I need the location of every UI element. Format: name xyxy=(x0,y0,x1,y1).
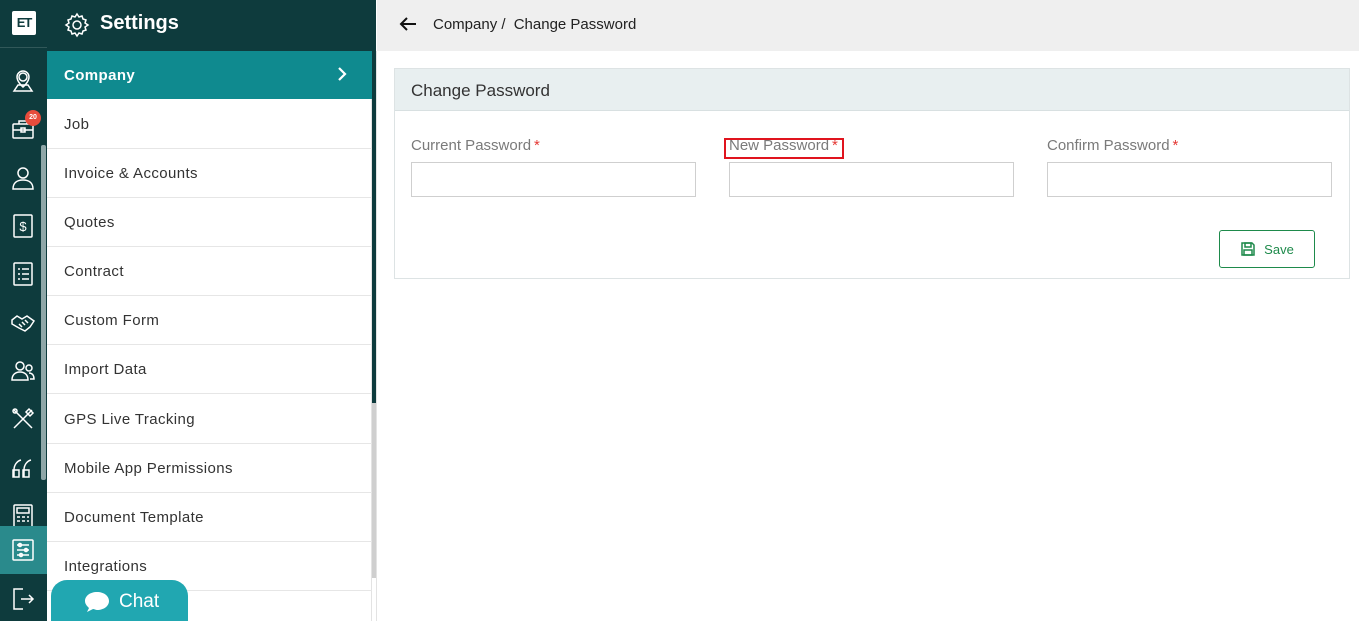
floppy-disk-icon xyxy=(1241,242,1255,256)
chat-label: Chat xyxy=(119,591,160,612)
app-rail: ET 20 $ xyxy=(0,0,47,621)
rail-divider xyxy=(0,47,47,48)
settings-title: Settings xyxy=(100,12,179,34)
menu-item-gps-live-tracking[interactable]: GPS Live Tracking xyxy=(47,395,372,444)
required-marker: * xyxy=(1172,137,1179,154)
map-pin-icon[interactable] xyxy=(10,68,36,94)
dollar-icon[interactable]: $ xyxy=(10,213,36,239)
menu-divider xyxy=(376,51,377,621)
logout-icon[interactable] xyxy=(10,586,36,612)
svg-text:$: $ xyxy=(19,219,27,234)
settings-header: Settings xyxy=(47,0,376,51)
rail-scrollbar[interactable] xyxy=(41,145,46,480)
breadcrumb-current: Change Password xyxy=(513,16,637,33)
gear-icon xyxy=(64,12,90,38)
quote-icon[interactable] xyxy=(10,455,36,481)
menu-item-label: Custom Form xyxy=(64,311,160,329)
menu-item-label: GPS Live Tracking xyxy=(64,410,196,428)
menu-item-label: Invoice & Accounts xyxy=(64,164,198,182)
menu-item-label: Document Template xyxy=(64,508,204,526)
list-icon[interactable] xyxy=(10,261,36,287)
back-arrow-icon[interactable] xyxy=(398,14,418,34)
menu-item-import-data[interactable]: Import Data xyxy=(47,345,372,394)
users-icon[interactable] xyxy=(10,358,36,384)
current-password-input[interactable] xyxy=(411,162,696,197)
menu-item-label: Company xyxy=(64,66,136,84)
menu-item-document-template[interactable]: Document Template xyxy=(47,493,372,542)
menu-item-label: Mobile App Permissions xyxy=(64,459,233,477)
confirm-password-input[interactable] xyxy=(1047,162,1332,197)
menu-item-label: Integrations xyxy=(64,557,148,575)
app-logo[interactable]: ET xyxy=(12,11,36,35)
menu-item-invoice-accounts[interactable]: Invoice & Accounts xyxy=(47,149,372,198)
highlight-box xyxy=(724,138,844,159)
settings-menu: Company Job Invoice & Accounts Quotes Co… xyxy=(47,51,372,621)
breadcrumb-parent[interactable]: Company / xyxy=(433,16,506,33)
notification-badge: 20 xyxy=(25,110,41,126)
new-password-input[interactable] xyxy=(729,162,1014,197)
card-header: Change Password xyxy=(395,69,1349,111)
breadcrumb: Company / Change Password xyxy=(433,16,640,33)
menu-item-company[interactable]: Company xyxy=(47,51,372,99)
menu-item-custom-form[interactable]: Custom Form xyxy=(47,296,372,345)
confirm-password-label: Confirm Password * xyxy=(1047,137,1178,154)
chevron-right-icon xyxy=(338,67,347,81)
tools-icon[interactable] xyxy=(10,406,36,432)
card-title: Change Password xyxy=(411,81,550,100)
menu-item-mobile-app-permissions[interactable]: Mobile App Permissions xyxy=(47,444,372,493)
save-label: Save xyxy=(1264,241,1294,257)
menu-item-label: Contract xyxy=(64,262,124,280)
required-marker: * xyxy=(534,137,540,154)
chat-bubble-icon xyxy=(85,592,109,612)
settings-sliders-icon[interactable] xyxy=(10,537,36,563)
label-text: Confirm Password xyxy=(1047,137,1170,154)
user-icon[interactable] xyxy=(10,165,36,191)
top-bar: Company / Change Password xyxy=(377,0,1359,51)
menu-item-quotes[interactable]: Quotes xyxy=(47,198,372,247)
save-button[interactable]: Save xyxy=(1219,230,1315,268)
menu-item-label: Import Data xyxy=(64,360,147,378)
label-text: Current Password xyxy=(411,137,532,154)
menu-item-contract[interactable]: Contract xyxy=(47,247,372,296)
chat-button[interactable]: Chat xyxy=(51,580,188,621)
menu-item-label: Quotes xyxy=(64,213,115,231)
menu-item-job[interactable]: Job xyxy=(47,100,372,149)
menu-item-label: Job xyxy=(64,115,90,133)
current-password-label: Current Password * xyxy=(411,137,540,154)
handshake-icon[interactable] xyxy=(10,310,36,336)
